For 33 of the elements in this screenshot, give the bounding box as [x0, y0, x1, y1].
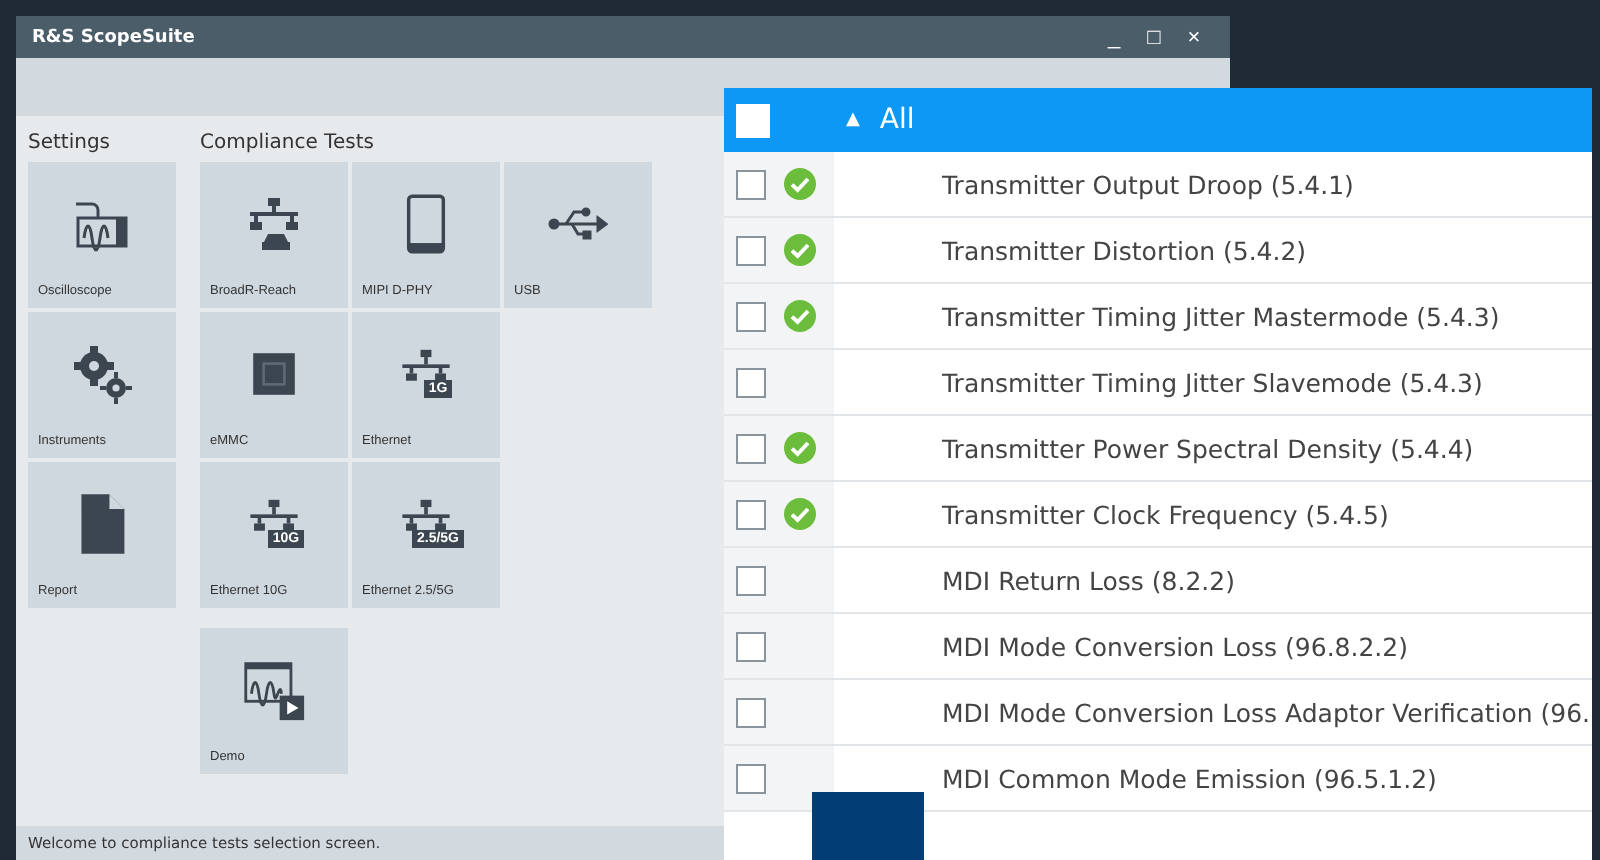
checkbox[interactable]	[736, 565, 766, 595]
gears-icon	[72, 343, 132, 403]
test-name: Transmitter Timing Jitter Mastermode (5.4.3)	[942, 301, 1500, 331]
demo-play-icon	[242, 657, 306, 721]
test-name: Transmitter Clock Frequency (5.4.5)	[942, 499, 1389, 529]
group-label: All	[879, 104, 915, 136]
checkbox[interactable]	[736, 433, 766, 463]
checkbox[interactable]	[736, 367, 766, 397]
checkbox[interactable]	[736, 499, 766, 529]
chip-icon	[248, 347, 300, 399]
test-name: Transmitter Distortion (5.4.2)	[942, 235, 1307, 265]
section-title: Settings	[28, 132, 113, 154]
checkbox[interactable]	[736, 235, 766, 265]
section-title: Compliance Tests	[200, 132, 376, 154]
checkbox[interactable]	[736, 697, 766, 727]
checkbox[interactable]	[736, 301, 766, 331]
window-control[interactable]: ×	[1174, 25, 1214, 49]
window-control[interactable]: _	[1094, 25, 1134, 49]
test-name: MDI Return Loss (8.2.2)	[942, 565, 1235, 595]
test-name: MDI Common Mode Emission (96.5.1.2)	[942, 763, 1437, 793]
checkbox[interactable]	[736, 169, 766, 199]
checkbox[interactable]	[736, 631, 766, 661]
dark-panel	[812, 792, 924, 860]
usb-icon	[548, 203, 608, 243]
test-name: Transmitter Output Droop (5.4.1)	[942, 169, 1354, 199]
test-name: MDI Mode Conversion Loss Adaptor Verification (96.	[942, 697, 1591, 727]
test-name: MDI Mode Conversion Loss (96.8.2.2)	[942, 631, 1408, 661]
test-name: Transmitter Power Spectral Density (5.4.4)	[942, 433, 1474, 463]
checkbox[interactable]	[736, 763, 766, 793]
window-title: R&S ScopeSuite	[32, 27, 197, 47]
network-car-icon	[244, 193, 304, 253]
test-name: Transmitter Timing Jitter Slavemode (5.4.3)	[942, 367, 1483, 397]
window-control[interactable]: □	[1134, 25, 1174, 49]
